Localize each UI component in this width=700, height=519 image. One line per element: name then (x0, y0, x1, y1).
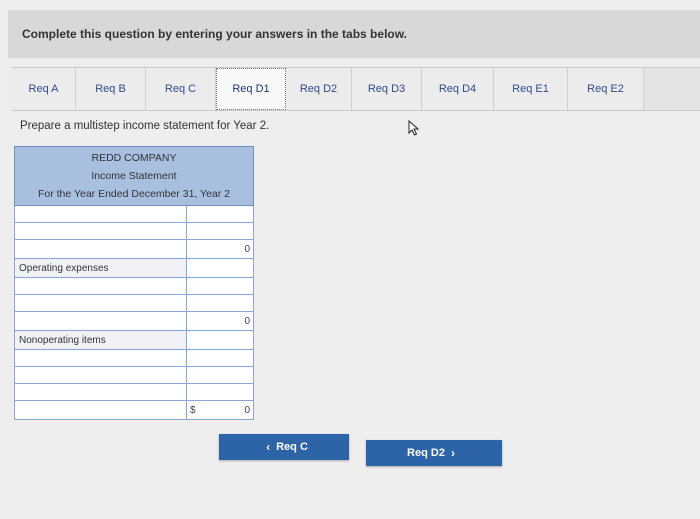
amount-input[interactable] (187, 384, 253, 400)
account-select[interactable] (15, 206, 187, 222)
amount-input[interactable] (187, 206, 253, 222)
subtotal-value: 0 (187, 312, 253, 330)
statement-row: 0 (14, 240, 254, 259)
dollar-sign: $ (190, 404, 196, 416)
company-name: REDD COMPANY (91, 152, 177, 164)
income-statement: REDD COMPANY Income Statement For the Ye… (14, 146, 254, 420)
amount-input[interactable] (187, 295, 253, 311)
account-select[interactable] (15, 240, 187, 258)
amount-input[interactable] (187, 278, 253, 294)
amount-input[interactable] (187, 223, 253, 239)
amount-input[interactable] (187, 350, 253, 366)
tab-req-d2[interactable]: Req D2 (286, 68, 352, 110)
tab-bar: Req A Req B Req C Req D1 Req D2 Req D3 R… (12, 67, 700, 111)
total-row: $ 0 (14, 401, 254, 420)
operating-expenses-label: Operating expenses (15, 259, 187, 277)
empty-cell (187, 259, 253, 277)
header-instruction: Complete this question by entering your … (22, 27, 407, 41)
account-select[interactable] (15, 350, 187, 366)
statement-header: REDD COMPANY Income Statement For the Ye… (14, 146, 254, 206)
nonoperating-items-label: Nonoperating items (15, 331, 187, 349)
statement-row (14, 367, 254, 384)
account-select[interactable] (15, 401, 187, 419)
total-value: 0 (244, 404, 250, 416)
account-select[interactable] (15, 223, 187, 239)
statement-row (14, 384, 254, 401)
prev-button[interactable]: ‹ Req C (219, 434, 349, 460)
statement-row: 0 (14, 312, 254, 331)
tab-req-d1[interactable]: Req D1 (216, 68, 286, 110)
statement-row (14, 295, 254, 312)
statement-title: Income Statement (91, 170, 177, 182)
next-button[interactable]: Req D2 › (366, 440, 502, 466)
tab-req-a[interactable]: Req A (12, 68, 76, 110)
prompt-text: Prepare a multistep income statement for… (20, 120, 270, 132)
next-button-label: Req D2 (407, 447, 445, 459)
account-select[interactable] (15, 384, 187, 400)
question-header: Complete this question by entering your … (8, 10, 700, 58)
statement-row (14, 223, 254, 240)
section-row: Operating expenses (14, 259, 254, 278)
statement-period: For the Year Ended December 31, Year 2 (37, 188, 231, 200)
amount-input[interactable] (187, 367, 253, 383)
account-select[interactable] (15, 278, 187, 294)
chevron-right-icon: › (450, 446, 455, 460)
empty-cell (187, 331, 253, 349)
account-select[interactable] (15, 367, 187, 383)
chevron-left-icon: ‹ (266, 440, 271, 454)
tab-req-c[interactable]: Req C (146, 68, 216, 110)
tab-req-d3[interactable]: Req D3 (352, 68, 422, 110)
section-row: Nonoperating items (14, 331, 254, 350)
tab-req-e1[interactable]: Req E1 (494, 68, 568, 110)
tab-req-d4[interactable]: Req D4 (422, 68, 494, 110)
account-select[interactable] (15, 312, 187, 330)
statement-row (14, 278, 254, 295)
statement-row (14, 350, 254, 367)
tab-req-e2[interactable]: Req E2 (568, 68, 644, 110)
mouse-cursor-icon (408, 120, 420, 136)
statement-row (14, 206, 254, 223)
tab-req-b[interactable]: Req B (76, 68, 146, 110)
account-select[interactable] (15, 295, 187, 311)
total-cell: $ 0 (187, 401, 253, 419)
subtotal-value: 0 (187, 240, 253, 258)
prev-button-label: Req C (276, 441, 308, 453)
